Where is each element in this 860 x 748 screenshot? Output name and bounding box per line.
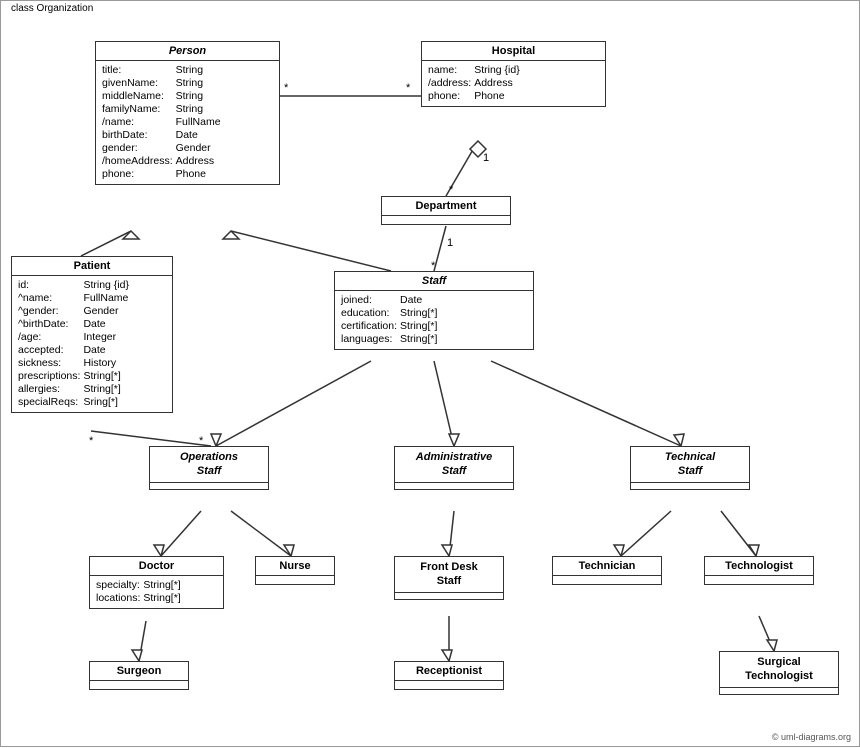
class-patient-body: id:String {id} ^name:FullName ^gender:Ge… bbox=[12, 276, 172, 412]
diagram-container: class Organization * * 1 * 1 * * * bbox=[0, 0, 860, 747]
class-technical-staff-header: TechnicalStaff bbox=[631, 447, 749, 483]
class-nurse: Nurse bbox=[255, 556, 335, 585]
class-surgeon-header: Surgeon bbox=[90, 662, 188, 681]
class-staff: Staff joined:Date education:String[*] ce… bbox=[334, 271, 534, 350]
class-receptionist-body bbox=[395, 681, 503, 689]
copyright: © uml-diagrams.org bbox=[772, 732, 851, 742]
diagram-title: class Organization bbox=[7, 3, 97, 14]
class-technologist-header: Technologist bbox=[705, 557, 813, 576]
class-technical-staff-body bbox=[631, 483, 749, 489]
class-nurse-body bbox=[256, 576, 334, 584]
svg-text:*: * bbox=[89, 435, 94, 447]
class-technologist-body bbox=[705, 576, 813, 584]
class-doctor: Doctor specialty:String[*] locations:Str… bbox=[89, 556, 224, 609]
class-hospital-body: name:String {id} /address:Address phone:… bbox=[422, 61, 605, 106]
class-surgical-technologist-header: SurgicalTechnologist bbox=[720, 652, 838, 688]
class-operations-staff: OperationsStaff bbox=[149, 446, 269, 490]
class-person-header: Person bbox=[96, 42, 279, 61]
svg-text:*: * bbox=[406, 82, 411, 94]
class-technician-header: Technician bbox=[553, 557, 661, 576]
class-technician: Technician bbox=[552, 556, 662, 585]
class-hospital: Hospital name:String {id} /address:Addre… bbox=[421, 41, 606, 107]
class-department: Department bbox=[381, 196, 511, 225]
class-person: Person title:String givenName:String mid… bbox=[95, 41, 280, 185]
class-receptionist: Receptionist bbox=[394, 661, 504, 690]
class-patient: Patient id:String {id} ^name:FullName ^g… bbox=[11, 256, 173, 413]
class-front-desk-body bbox=[395, 593, 503, 599]
svg-text:*: * bbox=[284, 82, 289, 94]
class-department-body bbox=[382, 216, 510, 224]
class-front-desk: Front DeskStaff bbox=[394, 556, 504, 600]
class-surgical-technologist: SurgicalTechnologist bbox=[719, 651, 839, 695]
class-staff-body: joined:Date education:String[*] certific… bbox=[335, 291, 533, 349]
class-technologist: Technologist bbox=[704, 556, 814, 585]
svg-text:1: 1 bbox=[483, 152, 489, 164]
class-admin-staff: AdministrativeStaff bbox=[394, 446, 514, 490]
class-operations-staff-header: OperationsStaff bbox=[150, 447, 268, 483]
class-doctor-body: specialty:String[*] locations:String[*] bbox=[90, 576, 223, 608]
class-technical-staff: TechnicalStaff bbox=[630, 446, 750, 490]
class-patient-header: Patient bbox=[12, 257, 172, 276]
class-hospital-header: Hospital bbox=[422, 42, 605, 61]
class-person-body: title:String givenName:String middleName… bbox=[96, 61, 279, 184]
svg-text:*: * bbox=[449, 184, 454, 196]
class-surgeon-body bbox=[90, 681, 188, 689]
class-receptionist-header: Receptionist bbox=[395, 662, 503, 681]
class-surgical-technologist-body bbox=[720, 688, 838, 694]
class-front-desk-header: Front DeskStaff bbox=[395, 557, 503, 593]
class-doctor-header: Doctor bbox=[90, 557, 223, 576]
class-nurse-header: Nurse bbox=[256, 557, 334, 576]
class-staff-header: Staff bbox=[335, 272, 533, 291]
class-admin-staff-body bbox=[395, 483, 513, 489]
class-department-header: Department bbox=[382, 197, 510, 216]
class-operations-staff-body bbox=[150, 483, 268, 489]
class-surgeon: Surgeon bbox=[89, 661, 189, 690]
svg-text:1: 1 bbox=[447, 237, 453, 249]
class-technician-body bbox=[553, 576, 661, 584]
class-admin-staff-header: AdministrativeStaff bbox=[395, 447, 513, 483]
